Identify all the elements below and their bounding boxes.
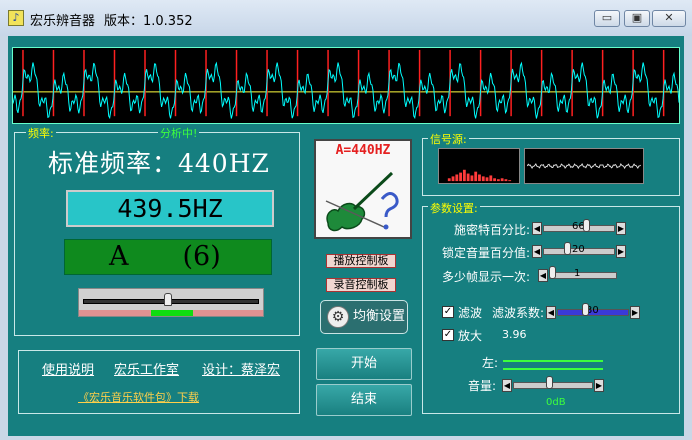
volume-label: 音量: bbox=[468, 379, 497, 393]
volume-db: 0dB bbox=[546, 397, 566, 408]
amplify-checkbox[interactable]: ✓ bbox=[442, 329, 454, 341]
filter-coef-slider[interactable]: ◀ 30 ▶ bbox=[546, 303, 642, 319]
download-link[interactable]: 《宏乐音乐软件包》下载 bbox=[78, 389, 199, 405]
restore-button[interactable]: ▣ bbox=[624, 10, 650, 27]
frames-knob[interactable] bbox=[549, 266, 556, 279]
reference-tone-image[interactable]: A=440HZ bbox=[314, 139, 412, 239]
studio-link[interactable]: 宏乐工作室 bbox=[114, 359, 179, 378]
measured-frequency: 439.5HZ bbox=[66, 190, 274, 227]
schmitt-increase-icon[interactable]: ▶ bbox=[616, 222, 626, 235]
violin-icon bbox=[325, 171, 399, 232]
music-note-icon: ♪ bbox=[8, 10, 24, 26]
playback-panel-button[interactable]: 播放控制板 bbox=[326, 254, 396, 268]
standard-frequency: 标准频率：440HZ bbox=[48, 149, 270, 178]
tuning-meter-needle bbox=[163, 293, 172, 306]
note-display: A (6) bbox=[64, 239, 272, 275]
left-channel-label: 左: bbox=[482, 356, 499, 370]
frames-slider[interactable]: ◀ 1 bbox=[538, 266, 618, 282]
signal-wave-display bbox=[524, 148, 644, 184]
reference-pitch: A=440HZ bbox=[335, 143, 391, 158]
volume-increase-icon[interactable]: ▶ bbox=[594, 379, 604, 392]
main-panel: 频率: 分析中! 标准频率：440HZ 439.5HZ A (6) 使用说明 宏… bbox=[8, 36, 684, 436]
window-version: 版本：1.0.352 bbox=[104, 14, 193, 29]
app-window: ♪ 宏乐辨音器 版本：1.0.352 ▭ ▣ ✕ 频率: 分析中! 标准频率：4… bbox=[0, 0, 692, 440]
frames-decrease-icon[interactable]: ◀ bbox=[538, 269, 548, 282]
designer-link[interactable]: 设计：蔡泽宏 bbox=[202, 359, 280, 378]
frequency-group-label: 频率: bbox=[26, 125, 56, 141]
params-group-label: 参数设置: bbox=[428, 200, 480, 216]
lock-volume-label: 锁定音量百分值: bbox=[441, 246, 530, 260]
volume-slider[interactable]: ◀ ▶ bbox=[502, 376, 606, 392]
manual-link[interactable]: 使用说明 bbox=[42, 359, 94, 378]
filter-coef-decrease-icon[interactable]: ◀ bbox=[546, 306, 556, 319]
title-bar[interactable]: ♪ 宏乐辨音器 版本：1.0.352 ▭ ▣ ✕ bbox=[0, 0, 692, 36]
tuning-in-tune-zone bbox=[151, 310, 193, 316]
volume-track[interactable] bbox=[513, 382, 593, 389]
analysis-status: 分析中! bbox=[158, 125, 200, 141]
filter-coef-knob[interactable] bbox=[581, 303, 589, 316]
schmitt-slider[interactable]: ◀ 66 ▶ bbox=[532, 219, 628, 235]
equalizer-label: 均衡设置 bbox=[353, 309, 406, 324]
frames-value: 1 bbox=[574, 268, 581, 279]
stop-button[interactable]: 结束 bbox=[316, 384, 412, 416]
lock-volume-decrease-icon[interactable]: ◀ bbox=[532, 245, 542, 258]
signal-group-label: 信号源: bbox=[428, 131, 469, 147]
amplify-value: 3.96 bbox=[502, 328, 527, 341]
lock-volume-value: 20 bbox=[572, 244, 585, 255]
filter-label: 滤波 bbox=[458, 306, 483, 320]
wrench-icon: ⚙ bbox=[327, 306, 349, 328]
filter-coef-increase-icon[interactable]: ▶ bbox=[630, 306, 640, 319]
schmitt-knob[interactable] bbox=[583, 219, 591, 232]
frames-label: 多少帧显示一次: bbox=[441, 270, 530, 284]
volume-knob[interactable] bbox=[545, 376, 553, 389]
spectrum-display bbox=[438, 148, 520, 184]
equalizer-button[interactable]: ⚙ 均衡设置 bbox=[320, 300, 408, 334]
minimize-button[interactable]: ▭ bbox=[594, 10, 620, 27]
left-level-bar bbox=[503, 360, 603, 362]
filter-checkbox[interactable]: ✓ bbox=[442, 306, 454, 318]
record-panel-button[interactable]: 录音控制板 bbox=[326, 278, 396, 292]
volume-decrease-icon[interactable]: ◀ bbox=[502, 379, 512, 392]
amplify-label: 放大 bbox=[458, 329, 483, 343]
right-level-bar bbox=[503, 368, 603, 370]
lock-volume-slider[interactable]: ◀ 20 ▶ bbox=[532, 242, 628, 258]
frames-track[interactable] bbox=[549, 272, 617, 279]
schmitt-label: 施密特百分比: bbox=[453, 223, 530, 237]
start-button[interactable]: 开始 bbox=[316, 348, 412, 380]
tuning-meter bbox=[78, 288, 264, 317]
lock-volume-knob[interactable] bbox=[563, 242, 571, 255]
filter-coef-label: 滤波系数: bbox=[492, 306, 545, 320]
close-button[interactable]: ✕ bbox=[652, 10, 686, 27]
window-title: 宏乐辨音器 bbox=[30, 14, 96, 29]
schmitt-decrease-icon[interactable]: ◀ bbox=[532, 222, 542, 235]
waveform-display bbox=[12, 47, 680, 124]
lock-volume-increase-icon[interactable]: ▶ bbox=[616, 245, 626, 258]
